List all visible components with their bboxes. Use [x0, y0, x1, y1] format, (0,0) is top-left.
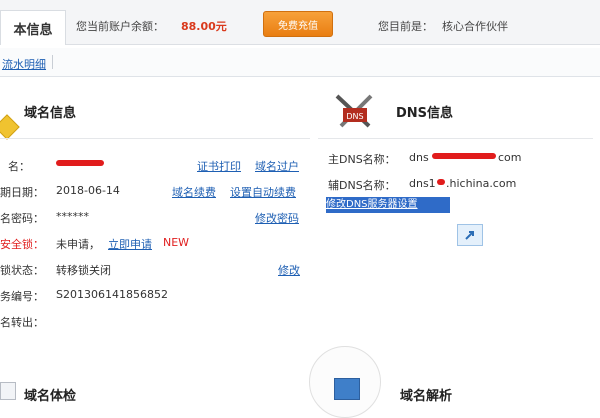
dns-info-divider — [318, 138, 593, 139]
service-number-label: 务编号： — [0, 290, 44, 303]
primary-dns-label: 主DNS名称： — [328, 153, 396, 166]
domain-renew-link[interactable]: 域名续费 — [172, 184, 216, 200]
domain-checkup-title: 域名体检 — [24, 389, 77, 404]
lock-state-value: 转移锁关闭 — [56, 264, 111, 277]
secondary-dns-label: 辅DNS名称： — [328, 179, 396, 192]
tab-basic-info[interactable]: 本信息 — [0, 10, 66, 45]
auto-renew-link[interactable]: 设置自动续费 — [230, 184, 296, 200]
charge-button[interactable]: 免费充值 — [263, 11, 333, 37]
secondary-dns-prefix: dns1 — [409, 177, 436, 190]
apply-now-link[interactable]: 立即申请 — [108, 236, 152, 252]
redacted-domain-name — [56, 160, 104, 166]
dns-info-title: DNS信息 — [396, 106, 454, 121]
domain-info-title: 域名信息 — [24, 106, 77, 121]
svg-text:DNS: DNS — [346, 112, 363, 121]
balance-label: 您当前账户余额： — [76, 20, 164, 33]
domain-resolution-icon — [334, 378, 360, 400]
domain-name-label: 名： — [8, 160, 30, 173]
redacted-primary-dns — [432, 153, 496, 159]
external-link-icon[interactable] — [457, 224, 483, 246]
certificate-print-link[interactable]: 证书打印 — [197, 158, 241, 174]
transaction-details-link[interactable]: 流水明细 — [2, 56, 46, 72]
sub-nav-divider — [52, 55, 53, 69]
sub-navigation: 流水明细 — [0, 48, 600, 77]
primary-dns-suffix: com — [498, 151, 522, 164]
modify-dns-link-label: 修改DNS服务器设置 — [326, 199, 418, 210]
change-password-link[interactable]: 修改密码 — [255, 210, 299, 226]
new-badge: NEW — [163, 236, 190, 249]
domain-transfer-link[interactable]: 域名过户 — [255, 158, 299, 174]
secondary-dns-suffix: .hichina.com — [446, 177, 517, 190]
arrow-icon — [465, 231, 474, 240]
domain-checkup-icon — [0, 382, 16, 400]
lock-state-label: 锁状态： — [0, 264, 44, 277]
dns-tools-icon: DNS — [335, 94, 373, 128]
domain-info-divider — [0, 138, 310, 139]
domain-password-label: 名密码： — [0, 212, 44, 225]
account-header-bar: 本信息 您当前账户余额： 88.00元 免费充值 您目前是： 核心合作伙伴 — [0, 0, 600, 45]
expiry-date-value: 2018-06-14 — [56, 184, 120, 197]
balance-value: 88.00元 — [181, 20, 227, 33]
lock-modify-link[interactable]: 修改 — [278, 262, 300, 278]
identity-label: 您目前是： — [378, 20, 433, 33]
domain-resolution-title: 域名解析 — [400, 389, 453, 404]
service-number-value: S201306141856852 — [56, 288, 168, 301]
domain-info-icon — [0, 114, 20, 140]
domain-password-value: ****** — [56, 210, 89, 223]
expiry-date-label: 期日期： — [0, 186, 44, 199]
security-lock-label: 安全锁： — [0, 238, 44, 251]
security-lock-status: 未申请， — [56, 238, 100, 251]
modify-dns-link[interactable]: 修改DNS服务器设置 — [326, 197, 450, 213]
identity-value: 核心合作伙伴 — [442, 20, 508, 33]
charge-button-label: 免费充值 — [278, 20, 318, 32]
tab-basic-info-label: 本信息 — [13, 22, 53, 38]
primary-dns-prefix: dns — [409, 151, 429, 164]
domain-transfer-out-label: 名转出： — [0, 316, 44, 329]
redacted-secondary-dns — [437, 179, 445, 185]
